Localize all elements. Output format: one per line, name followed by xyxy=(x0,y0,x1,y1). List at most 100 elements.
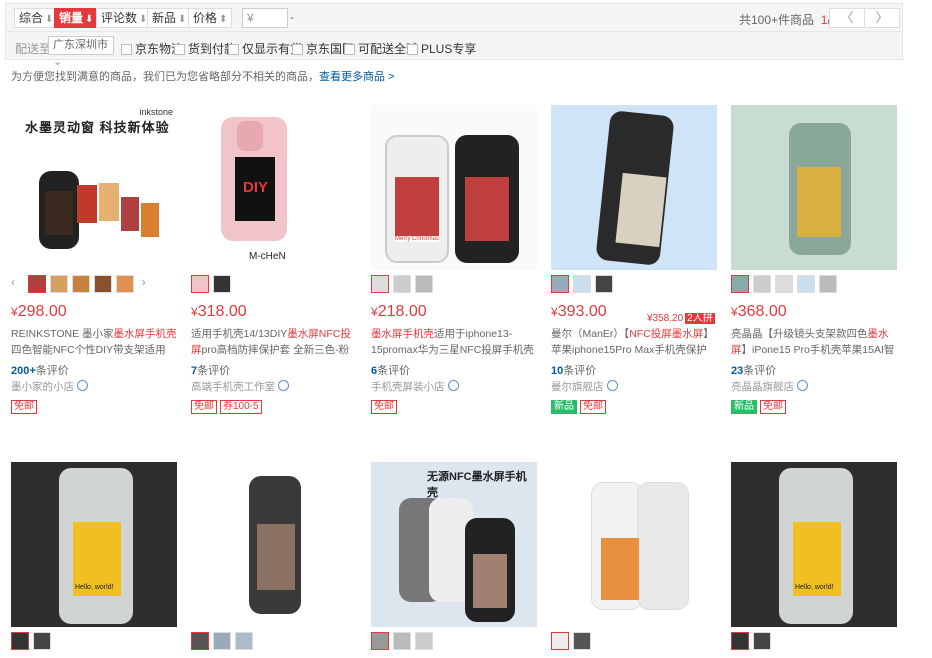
product-image[interactable] xyxy=(731,105,897,270)
thumbnail[interactable] xyxy=(94,275,113,293)
product-title[interactable]: 适用手机壳14/13DIY墨水屏NFC投屏pro高档防摔保护套 全新三色-粉色(… xyxy=(191,326,357,358)
brand-logo: inkstone xyxy=(139,107,173,117)
image-caption: Hello, world! xyxy=(795,584,834,591)
review-count[interactable]: 200+条评价 xyxy=(11,362,69,378)
result-count: 共100+件商品 1/3 xyxy=(739,13,837,27)
thumbnail-strip xyxy=(551,275,717,297)
chevron-right-icon[interactable]: › xyxy=(142,275,146,289)
product-image[interactable]: 无源NFC墨水屏手机壳 xyxy=(371,462,537,627)
thumbnail[interactable] xyxy=(191,632,209,650)
thumbnail[interactable] xyxy=(819,275,837,293)
promo-tags: 免邮 xyxy=(371,398,400,414)
chat-icon[interactable] xyxy=(606,380,618,391)
image-caption: Hello, world! xyxy=(75,584,114,591)
checkbox-icon[interactable] xyxy=(292,44,303,55)
checkbox-icon[interactable] xyxy=(121,44,132,55)
thumbnail-strip xyxy=(731,632,897,654)
thumbnail[interactable] xyxy=(753,632,771,650)
free-shipping-badge: 免邮 xyxy=(580,400,606,414)
product-price: ¥318.00 xyxy=(191,303,247,320)
sort-price-button[interactable]: 价格 ⬍ xyxy=(188,8,233,28)
thumbnail[interactable] xyxy=(50,275,69,293)
shop-name[interactable]: 亮晶晶旗舰店 xyxy=(731,379,808,394)
next-page-button[interactable]: 〉 xyxy=(864,8,900,28)
shop-name[interactable]: 高端手机壳工作室 xyxy=(191,379,289,394)
thumbnail[interactable] xyxy=(393,275,411,293)
chat-icon[interactable] xyxy=(77,380,88,391)
free-shipping-badge: 免邮 xyxy=(11,400,37,414)
thumbnail[interactable] xyxy=(595,275,613,293)
filter-plus[interactable]: PLUS专享 xyxy=(407,40,476,57)
location-select[interactable]: 广东深圳市 ⌄ xyxy=(48,36,114,68)
sort-newest-button[interactable]: 新品 ⬇ xyxy=(147,8,192,28)
product-image[interactable]: DIY M-cHeN xyxy=(191,105,357,270)
thumbnail[interactable] xyxy=(573,275,591,293)
product-image[interactable]: Merry Christmas xyxy=(371,105,537,270)
thumbnail[interactable] xyxy=(371,632,389,650)
product-title[interactable]: REINKSTONE 墨小家墨水屏手机壳四色智能NFC个性DIY带支架适用iPh… xyxy=(11,326,177,358)
thumbnail[interactable] xyxy=(731,632,749,650)
thumbnail[interactable] xyxy=(573,632,591,650)
shop-name[interactable]: 曼尔旗舰店 xyxy=(551,379,618,394)
thumbnail[interactable] xyxy=(415,275,433,293)
sort-reviews-button[interactable]: 评论数 ⬇ xyxy=(96,8,153,28)
product-price: ¥368.00 xyxy=(731,303,787,320)
thumbnail[interactable] xyxy=(797,275,815,293)
image-caption: Merry Christmas xyxy=(395,236,440,242)
thumbnail[interactable] xyxy=(235,632,253,650)
chat-icon[interactable] xyxy=(447,380,459,391)
review-count[interactable]: 7条评价 xyxy=(191,362,230,378)
thumbnail[interactable] xyxy=(775,275,793,293)
thumbnail[interactable] xyxy=(551,632,569,650)
product-image[interactable]: Hello, world! xyxy=(731,462,897,627)
checkbox-icon[interactable] xyxy=(344,44,355,55)
checkbox-icon[interactable] xyxy=(174,44,185,55)
thumbnail-strip: ‹ › xyxy=(11,275,177,297)
review-count[interactable]: 6条评价 xyxy=(371,362,410,378)
checkbox-icon[interactable] xyxy=(228,44,239,55)
filter-in-stock[interactable]: 仅显示有货 xyxy=(228,40,302,57)
checkbox-icon[interactable] xyxy=(407,44,418,55)
thumbnail[interactable] xyxy=(753,275,771,293)
new-badge: 新品 xyxy=(731,400,757,414)
sort-sales-button[interactable]: 销量 ⬇ xyxy=(54,8,99,28)
ship-to-label: 配送至 xyxy=(15,42,52,56)
shop-name[interactable]: 手机壳屏装小店 xyxy=(371,379,459,394)
thumbnail[interactable] xyxy=(116,275,135,293)
product-price: ¥298.00 xyxy=(11,303,67,320)
thumbnail[interactable] xyxy=(191,275,209,293)
product-image[interactable] xyxy=(551,105,717,270)
thumbnail[interactable] xyxy=(213,632,231,650)
review-count[interactable]: 10条评价 xyxy=(551,362,596,378)
product-image[interactable]: Hello, world! xyxy=(11,462,177,627)
product-title[interactable]: 墨水屏手机壳适用于iphone13-15promax华为三星NFC投屏手机壳 黑… xyxy=(371,326,537,358)
thumbnail[interactable] xyxy=(11,632,29,650)
thumbnail[interactable] xyxy=(213,275,231,293)
thumbnail[interactable] xyxy=(415,632,433,650)
omitted-results-tip: 为方便您找到满意的商品，我们已为您省略部分不相关的商品，查看更多商品 > xyxy=(11,71,395,83)
product-image[interactable] xyxy=(551,462,717,627)
chat-icon[interactable] xyxy=(797,380,808,391)
shop-name[interactable]: 墨小家的小店 xyxy=(11,379,88,394)
product-image[interactable]: inkstone 水墨灵动窗 科技新体验 xyxy=(11,105,177,270)
filter-cod[interactable]: 货到付款 xyxy=(174,40,236,57)
see-more-link[interactable]: 查看更多商品 > xyxy=(319,71,394,83)
thumbnail[interactable] xyxy=(33,632,51,650)
product-image[interactable] xyxy=(191,462,357,627)
product-title[interactable]: 曼尔（ManEr）【NFC投屏墨水屏】苹果iphone15Pro Max手机壳保… xyxy=(551,326,717,358)
thumbnail[interactable] xyxy=(28,275,47,293)
chat-icon[interactable] xyxy=(278,380,289,391)
chevron-left-icon[interactable]: ‹ xyxy=(11,275,25,289)
thumbnail-strip xyxy=(371,632,537,654)
product-price: ¥393.00 xyxy=(551,303,607,320)
prev-page-button[interactable]: 〈 xyxy=(829,8,865,28)
review-count[interactable]: 23条评价 xyxy=(731,362,776,378)
sort-comprehensive-button[interactable]: 综合 ⬇ xyxy=(14,8,59,28)
thumbnail[interactable] xyxy=(731,275,749,293)
thumbnail[interactable] xyxy=(551,275,569,293)
thumbnail[interactable] xyxy=(72,275,91,293)
product-title[interactable]: 亮晶晶【升级镜头支架款四色墨水屏】iPone15 Pro手机壳苹果15AI智能N… xyxy=(731,326,897,358)
thumbnail[interactable] xyxy=(371,275,389,293)
thumbnail[interactable] xyxy=(393,632,411,650)
price-min-input[interactable]: ¥ xyxy=(242,8,288,28)
